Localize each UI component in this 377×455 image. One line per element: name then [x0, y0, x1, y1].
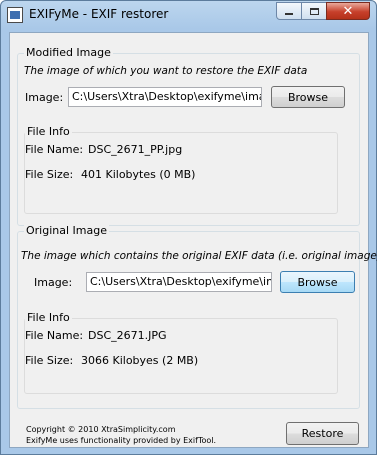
close-icon: ✕ — [342, 3, 354, 19]
original-file-size-label: File Size: — [25, 354, 74, 367]
modified-browse-button[interactable]: Browse — [271, 86, 345, 108]
modified-file-name-value: DSC_2671_PP.jpg — [88, 143, 183, 156]
close-button[interactable]: ✕ — [326, 2, 370, 20]
original-file-name-label: File Name: — [25, 329, 84, 342]
minimize-button[interactable] — [276, 2, 302, 20]
original-image-label: Image: — [34, 276, 73, 289]
original-file-name-value: DSC_2671.JPG — [88, 329, 167, 342]
original-image-path-field[interactable]: C:\Users\Xtra\Desktop\exifyme\ima — [86, 272, 272, 292]
original-browse-button[interactable]: Browse — [280, 271, 355, 293]
modified-image-description: The image of which you want to restore t… — [24, 65, 308, 77]
window-title: EXIFyMe - EXIF restorer — [29, 7, 169, 21]
modified-image-label: Image: — [25, 91, 64, 104]
modified-image-path-field[interactable]: C:\Users\Xtra\Desktop\exifyme\ima — [68, 87, 262, 107]
maximize-button[interactable] — [301, 2, 327, 20]
restore-button[interactable]: Restore — [286, 422, 359, 445]
original-file-info-title: File Info — [25, 311, 72, 324]
client-area: Modified Image The image of which you wa… — [9, 32, 377, 448]
caption-buttons: ✕ — [276, 2, 370, 20]
title-bar[interactable]: EXIFyMe - EXIF restorer ✕ — [1, 1, 376, 29]
minimize-icon — [285, 13, 293, 15]
original-image-description: The image which contains the original EX… — [21, 250, 377, 262]
original-file-size-value: 3066 Kilobyes (2 MB) — [81, 354, 199, 367]
exiftool-credit-text: ExifyMe uses functionality provided by E… — [26, 436, 217, 445]
app-window: EXIFyMe - EXIF restorer ✕ Modified Image… — [0, 0, 377, 455]
modified-file-name-label: File Name: — [25, 143, 84, 156]
maximize-icon — [309, 7, 319, 15]
original-image-group-title: Original Image — [24, 224, 109, 237]
modified-file-size-label: File Size: — [25, 168, 74, 181]
modified-file-size-value: 401 Kilobytes (0 MB) — [81, 168, 196, 181]
original-file-info-group: File Info File Name: DSC_2671.JPG File S… — [24, 311, 338, 394]
modified-file-info-group: File Info File Name: DSC_2671_PP.jpg Fil… — [24, 125, 338, 214]
modified-file-info-title: File Info — [25, 125, 72, 138]
original-image-group: Original Image The image which contains … — [17, 224, 377, 409]
modified-image-group: Modified Image The image of which you wa… — [17, 46, 360, 226]
app-icon[interactable] — [7, 7, 23, 23]
modified-image-group-title: Modified Image — [24, 46, 113, 59]
copyright-text: Copyright © 2010 XtraSimplicity.com — [26, 425, 176, 434]
